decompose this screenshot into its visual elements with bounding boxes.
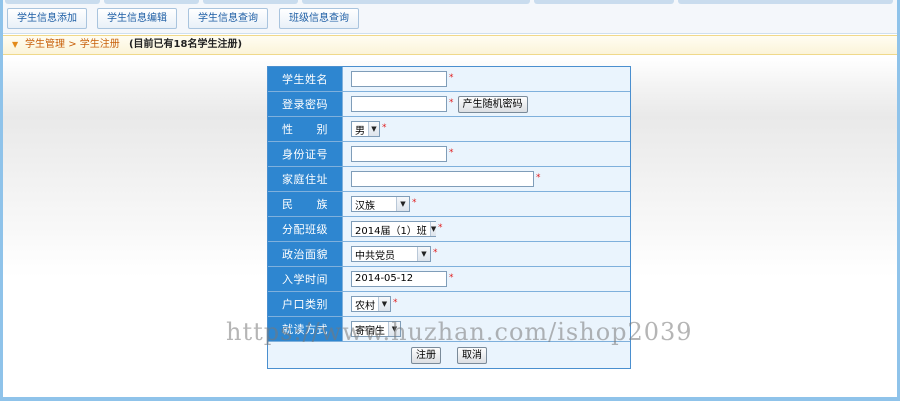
hukou-value: 农村 <box>355 300 375 312</box>
tab-strip-segment <box>678 0 893 4</box>
id-card-label: 身份证号 <box>268 142 343 166</box>
register-button[interactable]: 注册 <box>411 346 441 364</box>
enroll-date-input[interactable]: 2014-05-12 <box>351 271 447 287</box>
name-input[interactable] <box>351 71 447 87</box>
hukou-select[interactable]: 农村 ▼ <box>351 296 391 312</box>
class-value: 2014届（1）班 <box>355 225 427 237</box>
ethnicity-select[interactable]: 汉族 ▼ <box>351 196 410 212</box>
ethnicity-label: 民 族 <box>268 192 343 216</box>
required-mark: * <box>449 98 454 108</box>
password-input[interactable] <box>351 96 447 112</box>
tab-strip-segment <box>203 0 298 4</box>
address-input[interactable] <box>351 171 534 187</box>
tab-student-add[interactable]: 学生信息添加 <box>7 8 87 29</box>
chevron-down-icon[interactable]: ▼ <box>378 297 390 311</box>
required-mark: * <box>449 148 454 158</box>
required-mark: * <box>412 198 417 208</box>
gender-label: 性 别 <box>268 117 343 141</box>
tab-strip-segment <box>5 0 100 4</box>
breadcrumb-student-manage[interactable]: 学生管理 <box>25 39 65 50</box>
generate-password-button[interactable]: 产生随机密码 <box>457 95 528 113</box>
required-mark: * <box>536 173 541 183</box>
name-label: 学生姓名 <box>268 67 343 91</box>
form-row-enroll: 入学时间 2014-05-12 * <box>268 267 630 292</box>
ethnicity-value: 汉族 <box>355 200 375 212</box>
tab-student-query[interactable]: 学生信息查询 <box>188 8 268 29</box>
top-tab-strip: 学生信息添加 学生信息编辑 学生信息查询 班级信息查询 <box>3 0 897 34</box>
tab-student-edit[interactable]: 学生信息编辑 <box>97 8 177 29</box>
form-row-name: 学生姓名 * <box>268 67 630 92</box>
address-label: 家庭住址 <box>268 167 343 191</box>
breadcrumb-separator: > <box>68 39 77 50</box>
id-card-input[interactable] <box>351 146 447 162</box>
chevron-down-icon[interactable]: ▼ <box>417 247 430 261</box>
tab-strip-segment <box>302 0 530 4</box>
form-row-hukou: 户口类别 农村 ▼ * <box>268 292 630 317</box>
form-row-password: 登录密码 * 产生随机密码 <box>268 92 630 117</box>
political-value: 中共党员 <box>355 250 395 262</box>
required-mark: * <box>433 248 438 258</box>
chevron-down-icon[interactable]: ▼ <box>429 222 437 236</box>
political-select[interactable]: 中共党员 ▼ <box>351 246 431 262</box>
chevron-down-icon[interactable]: ▼ <box>368 122 379 136</box>
cancel-button[interactable]: 取消 <box>457 346 487 364</box>
hukou-label: 户口类别 <box>268 292 343 316</box>
gender-select[interactable]: 男 ▼ <box>351 121 380 137</box>
required-mark: * <box>393 298 398 308</box>
password-label: 登录密码 <box>268 92 343 116</box>
registered-count-note: (目前已有18名学生注册) <box>128 39 243 50</box>
political-label: 政治面貌 <box>268 242 343 266</box>
class-select[interactable]: 2014届（1）班 ▼ <box>351 221 437 237</box>
class-label: 分配班级 <box>268 217 343 241</box>
tab-strip-segment <box>104 0 199 4</box>
form-row-ethnicity: 民 族 汉族 ▼ * <box>268 192 630 217</box>
form-row-class: 分配班级 2014届（1）班 ▼ * <box>268 217 630 242</box>
watermark-text: https://www.huzhan.com/ishop2039 <box>226 318 693 346</box>
frame-bottom <box>0 397 900 401</box>
breadcrumb-arrow-icon: ▼ <box>12 40 19 49</box>
form-row-id-card: 身份证号 * <box>268 142 630 167</box>
required-mark: * <box>449 273 454 283</box>
required-mark: * <box>382 123 387 133</box>
form-row-political: 政治面貌 中共党员 ▼ * <box>268 242 630 267</box>
gender-value: 男 <box>355 125 365 137</box>
chevron-down-icon[interactable]: ▼ <box>396 197 409 211</box>
form-row-address: 家庭住址 * <box>268 167 630 192</box>
required-mark: * <box>449 73 454 83</box>
required-mark: * <box>438 223 443 233</box>
tab-class-query[interactable]: 班级信息查询 <box>279 8 359 29</box>
breadcrumb-student-register[interactable]: 学生注册 <box>80 39 120 50</box>
form-row-gender: 性 别 男 ▼ * <box>268 117 630 142</box>
breadcrumb: ▼ 学生管理 > 学生注册 (目前已有18名学生注册) <box>3 35 897 55</box>
tab-strip-segment <box>534 0 674 4</box>
enroll-label: 入学时间 <box>268 267 343 291</box>
